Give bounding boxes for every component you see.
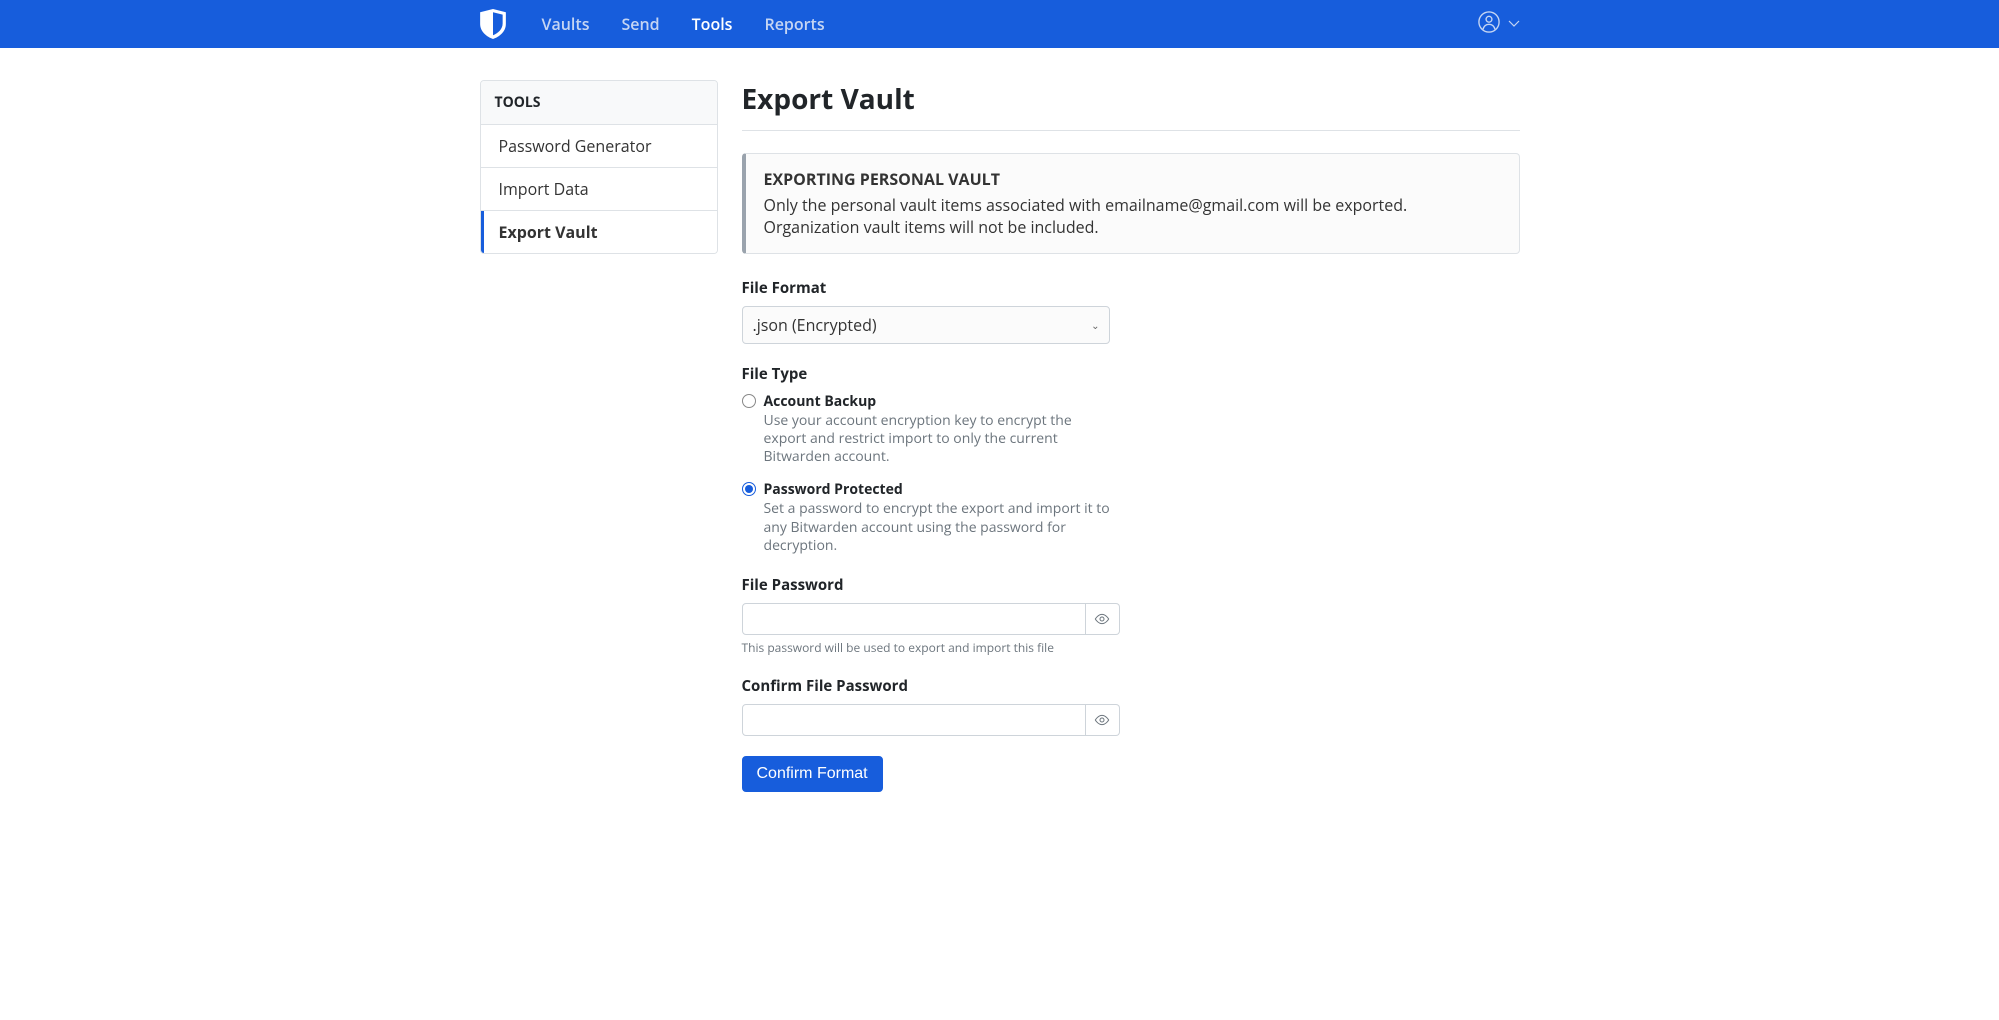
file-password-input[interactable] (742, 603, 1086, 635)
nav-reports[interactable]: Reports (748, 13, 840, 35)
radio-icon (742, 482, 756, 496)
nav-links: Vaults Send Tools Reports (526, 13, 841, 35)
top-nav: Vaults Send Tools Reports (0, 0, 1999, 48)
confirm-file-password-input[interactable] (742, 704, 1086, 736)
file-type-label: File Type (742, 364, 1520, 384)
radio-title: Password Protected (764, 480, 1112, 499)
sidebar-item-password-generator[interactable]: Password Generator (481, 125, 717, 168)
chevron-down-icon (1508, 15, 1520, 34)
nav-send[interactable]: Send (606, 13, 676, 35)
callout-body: Only the personal vault items associated… (764, 194, 1501, 239)
callout-title: Exporting Personal Vault (764, 168, 1501, 190)
nav-vaults[interactable]: Vaults (526, 13, 606, 35)
sidebar-item-export-vault[interactable]: Export Vault (481, 211, 717, 253)
radio-icon (742, 394, 756, 408)
sidebar: Tools Password Generator Import Data Exp… (480, 80, 718, 792)
radio-title: Account Backup (764, 392, 1112, 411)
divider (742, 130, 1520, 131)
main-content: Export Vault Exporting Personal Vault On… (742, 80, 1520, 792)
page-title: Export Vault (742, 80, 1520, 118)
sidebar-header: Tools (481, 81, 717, 125)
toggle-confirm-password-visibility[interactable] (1086, 704, 1120, 736)
export-callout: Exporting Personal Vault Only the person… (742, 153, 1520, 254)
user-icon (1478, 11, 1500, 38)
sidebar-item-import-data[interactable]: Import Data (481, 168, 717, 211)
file-password-label: File Password (742, 575, 1520, 595)
eye-icon (1094, 611, 1110, 627)
confirm-file-password-label: Confirm File Password (742, 676, 1520, 696)
nav-tools[interactable]: Tools (676, 13, 749, 35)
logo-icon (480, 9, 506, 39)
radio-desc: Set a password to encrypt the export and… (764, 500, 1112, 555)
radio-password-protected[interactable]: Password Protected Set a password to enc… (742, 480, 1112, 555)
toggle-password-visibility[interactable] (1086, 603, 1120, 635)
radio-desc: Use your account encryption key to encry… (764, 412, 1112, 467)
file-password-help: This password will be used to export and… (742, 639, 1520, 656)
file-format-label: File Format (742, 278, 1520, 298)
radio-account-backup[interactable]: Account Backup Use your account encrypti… (742, 392, 1112, 467)
confirm-format-button[interactable]: Confirm Format (742, 756, 883, 792)
user-menu[interactable] (1478, 11, 1520, 38)
eye-icon (1094, 712, 1110, 728)
file-format-select[interactable]: .json (Encrypted) (742, 306, 1110, 344)
